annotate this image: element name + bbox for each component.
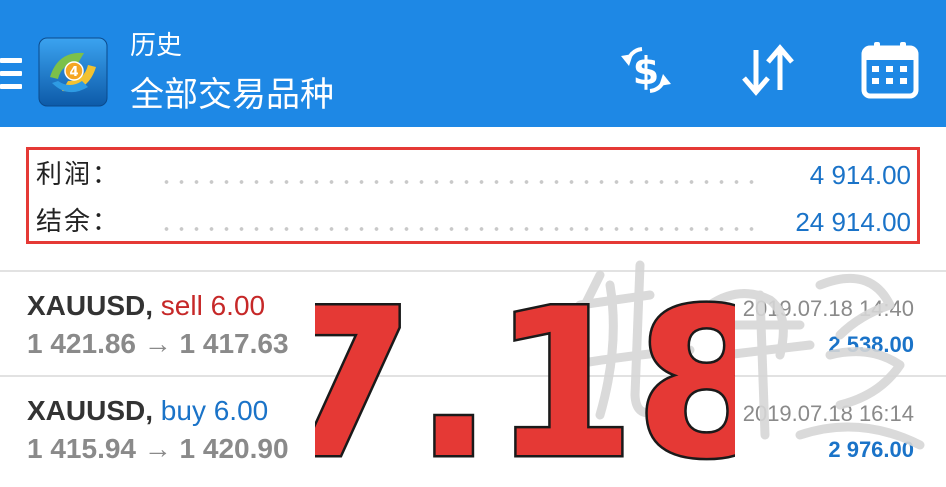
balance-label: 结余： — [36, 207, 121, 237]
metatrader-logo-icon[interactable]: 4 — [38, 37, 108, 107]
balance-value: 24 914.00 — [795, 207, 911, 237]
sort-icon[interactable] — [736, 38, 800, 102]
date-overlay-text: 7.18 — [315, 283, 735, 473]
summary-box: 利润： 4 914.00 结余： 24 914.00 — [26, 147, 920, 244]
deal-prices: 1 415.94 → 1 420.90 — [27, 433, 289, 464]
symbol-text: XAUUSD, — [27, 290, 154, 321]
date-overlay: 7.18 — [270, 264, 781, 487]
profit-value: 4 914.00 — [809, 160, 911, 190]
profit-row: 利润： 4 914.00 — [29, 156, 917, 194]
currency-exchange-icon[interactable]: $ — [614, 38, 678, 102]
deal-side: sell 6.00 — [160, 290, 266, 321]
page-title: 历史 — [130, 31, 183, 61]
deal-symbol: XAUUSD, sell 6.00 — [27, 288, 265, 324]
symbol-text: XAUUSD, — [27, 395, 154, 426]
symbol-filter[interactable]: 全部交易品种 — [130, 72, 334, 118]
svg-text:4: 4 — [69, 65, 78, 80]
deal-symbol: XAUUSD, buy 6.00 — [27, 393, 268, 429]
menu-icon[interactable] — [0, 58, 22, 90]
svg-text:$: $ — [633, 49, 659, 93]
dotted-leader — [159, 227, 757, 231]
dotted-leader — [159, 180, 757, 184]
balance-row: 结余： 24 914.00 — [29, 203, 917, 241]
profit-label: 利润： — [36, 160, 121, 190]
deal-side: buy 6.00 — [160, 395, 269, 426]
deal-prices: 1 421.86 → 1 417.63 — [27, 328, 289, 359]
app-header: 4 历史 全部交易品种 $ — [0, 0, 946, 127]
calendar-icon[interactable] — [858, 38, 922, 102]
